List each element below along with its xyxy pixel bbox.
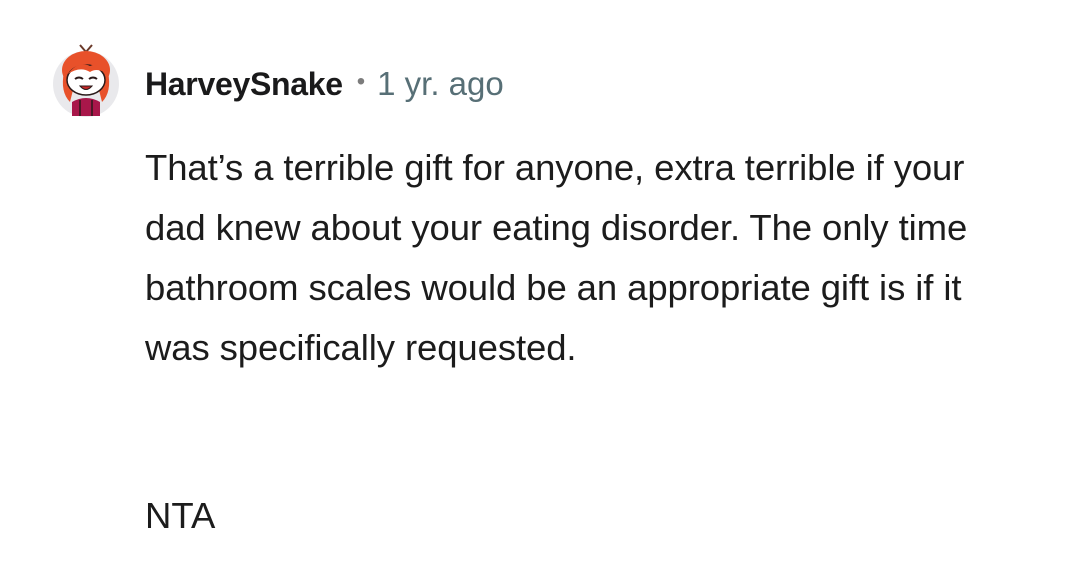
meta-separator: • bbox=[356, 68, 366, 95]
comment-header: HarveySnake • 1 yr. ago bbox=[145, 62, 504, 106]
comment-verdict: NTA bbox=[145, 495, 216, 536]
username-link[interactable]: HarveySnake bbox=[145, 66, 343, 103]
comment-timestamp[interactable]: 1 yr. ago bbox=[377, 65, 504, 103]
snoo-avatar-icon bbox=[53, 44, 119, 117]
comment: HarveySnake • 1 yr. ago That’s a terribl… bbox=[0, 0, 1080, 562]
user-avatar[interactable] bbox=[50, 42, 122, 118]
comment-body: That’s a terrible gift for anyone, extra… bbox=[145, 147, 968, 368]
